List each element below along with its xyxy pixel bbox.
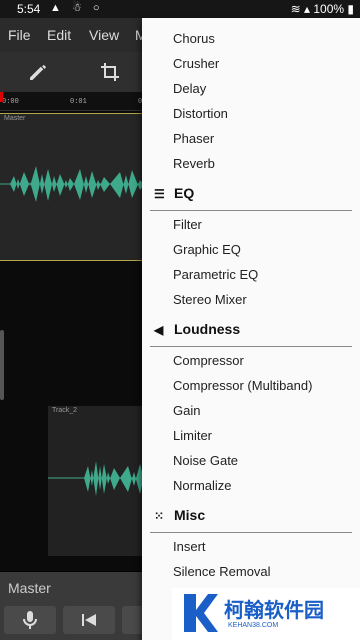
watermark-logo-icon [184,594,218,632]
menu-item-crusher[interactable]: Crusher [173,56,219,71]
menu-item-reverb[interactable]: Reverb [173,156,215,171]
menu-item-compressor-multiband[interactable]: Compressor (Multiband) [173,378,312,393]
skip-back-icon [82,614,96,626]
menu-item-gain[interactable]: Gain [173,403,200,418]
menu-item-normalize[interactable]: Normalize [173,478,232,493]
dice-icon: ⁙ [154,509,165,523]
record-button[interactable] [4,606,56,634]
watermark-overlay: 柯翰软件园 KEHAN38.COM [172,588,360,640]
section-title: Misc [174,507,206,523]
menu-item-noise-gate[interactable]: Noise Gate [173,453,238,468]
signal-icon: ▴ [303,2,310,16]
playhead-marker[interactable] [0,92,3,102]
wifi-icon: ≋ [290,2,301,16]
menu-item-graphic-eq[interactable]: Graphic EQ [173,242,241,257]
battery-percentage: 100% [313,2,345,16]
menu-item-phaser[interactable]: Phaser [173,131,214,146]
menu-item-distortion[interactable]: Distortion [173,106,228,121]
status-right: ≋ ▴ 100% ▮ [291,2,354,16]
menu-item-parametric-eq[interactable]: Parametric EQ [173,267,258,282]
watermark-subtext: KEHAN38.COM [228,622,279,629]
ruler-tick: 0:00 [2,98,19,106]
section-title: Loudness [174,321,241,337]
menu-item-stereo-mixer[interactable]: Stereo Mixer [173,292,247,307]
menu-item-compressor[interactable]: Compressor [173,353,244,368]
menu-item-limiter[interactable]: Limiter [173,428,212,443]
skip-back-button[interactable] [63,606,115,634]
master-waveform [0,166,150,202]
notification-icons: ▲ ☃ ○ [50,2,104,14]
master-track[interactable]: Master [0,113,150,261]
section-header-eq: ☰ EQ [154,185,194,201]
section-title: EQ [174,185,195,201]
ruler-tick: 0:01 [70,98,87,106]
menu-item-insert[interactable]: Insert [173,539,206,554]
equalizer-icon: ☰ [154,187,165,201]
selected-track-label: Master [8,580,51,596]
pencil-icon[interactable] [26,60,50,84]
menu-item-silence-removal[interactable]: Silence Removal [173,564,271,579]
menu-item-chorus[interactable]: Chorus [173,31,215,46]
watermark-text: 柯翰软件园 [224,600,324,622]
menu-item-filter[interactable]: Filter [173,217,202,232]
section-divider [150,346,352,347]
section-divider [150,210,352,211]
speaker-icon: ◀ [154,323,164,337]
status-bar: 5:54 ▲ ☃ ○ ≋ ▴ 100% ▮ [0,0,360,18]
menu-view[interactable]: View [89,27,119,43]
crop-icon[interactable] [98,60,122,84]
menu-item-delay[interactable]: Delay [173,81,206,96]
effects-dropdown-menu: Chorus Crusher Delay Distortion Phaser R… [142,18,360,640]
section-divider [150,532,352,533]
section-header-misc: ⁙ Misc [154,507,205,523]
menu-file[interactable]: File [8,27,31,43]
drag-handle[interactable] [0,330,4,400]
menu-edit[interactable]: Edit [47,27,71,43]
microphone-icon [23,611,37,629]
battery-icon: ▮ [347,2,354,16]
section-header-loudness: ◀ Loudness [154,321,240,337]
status-time: 5:54 [17,2,41,16]
